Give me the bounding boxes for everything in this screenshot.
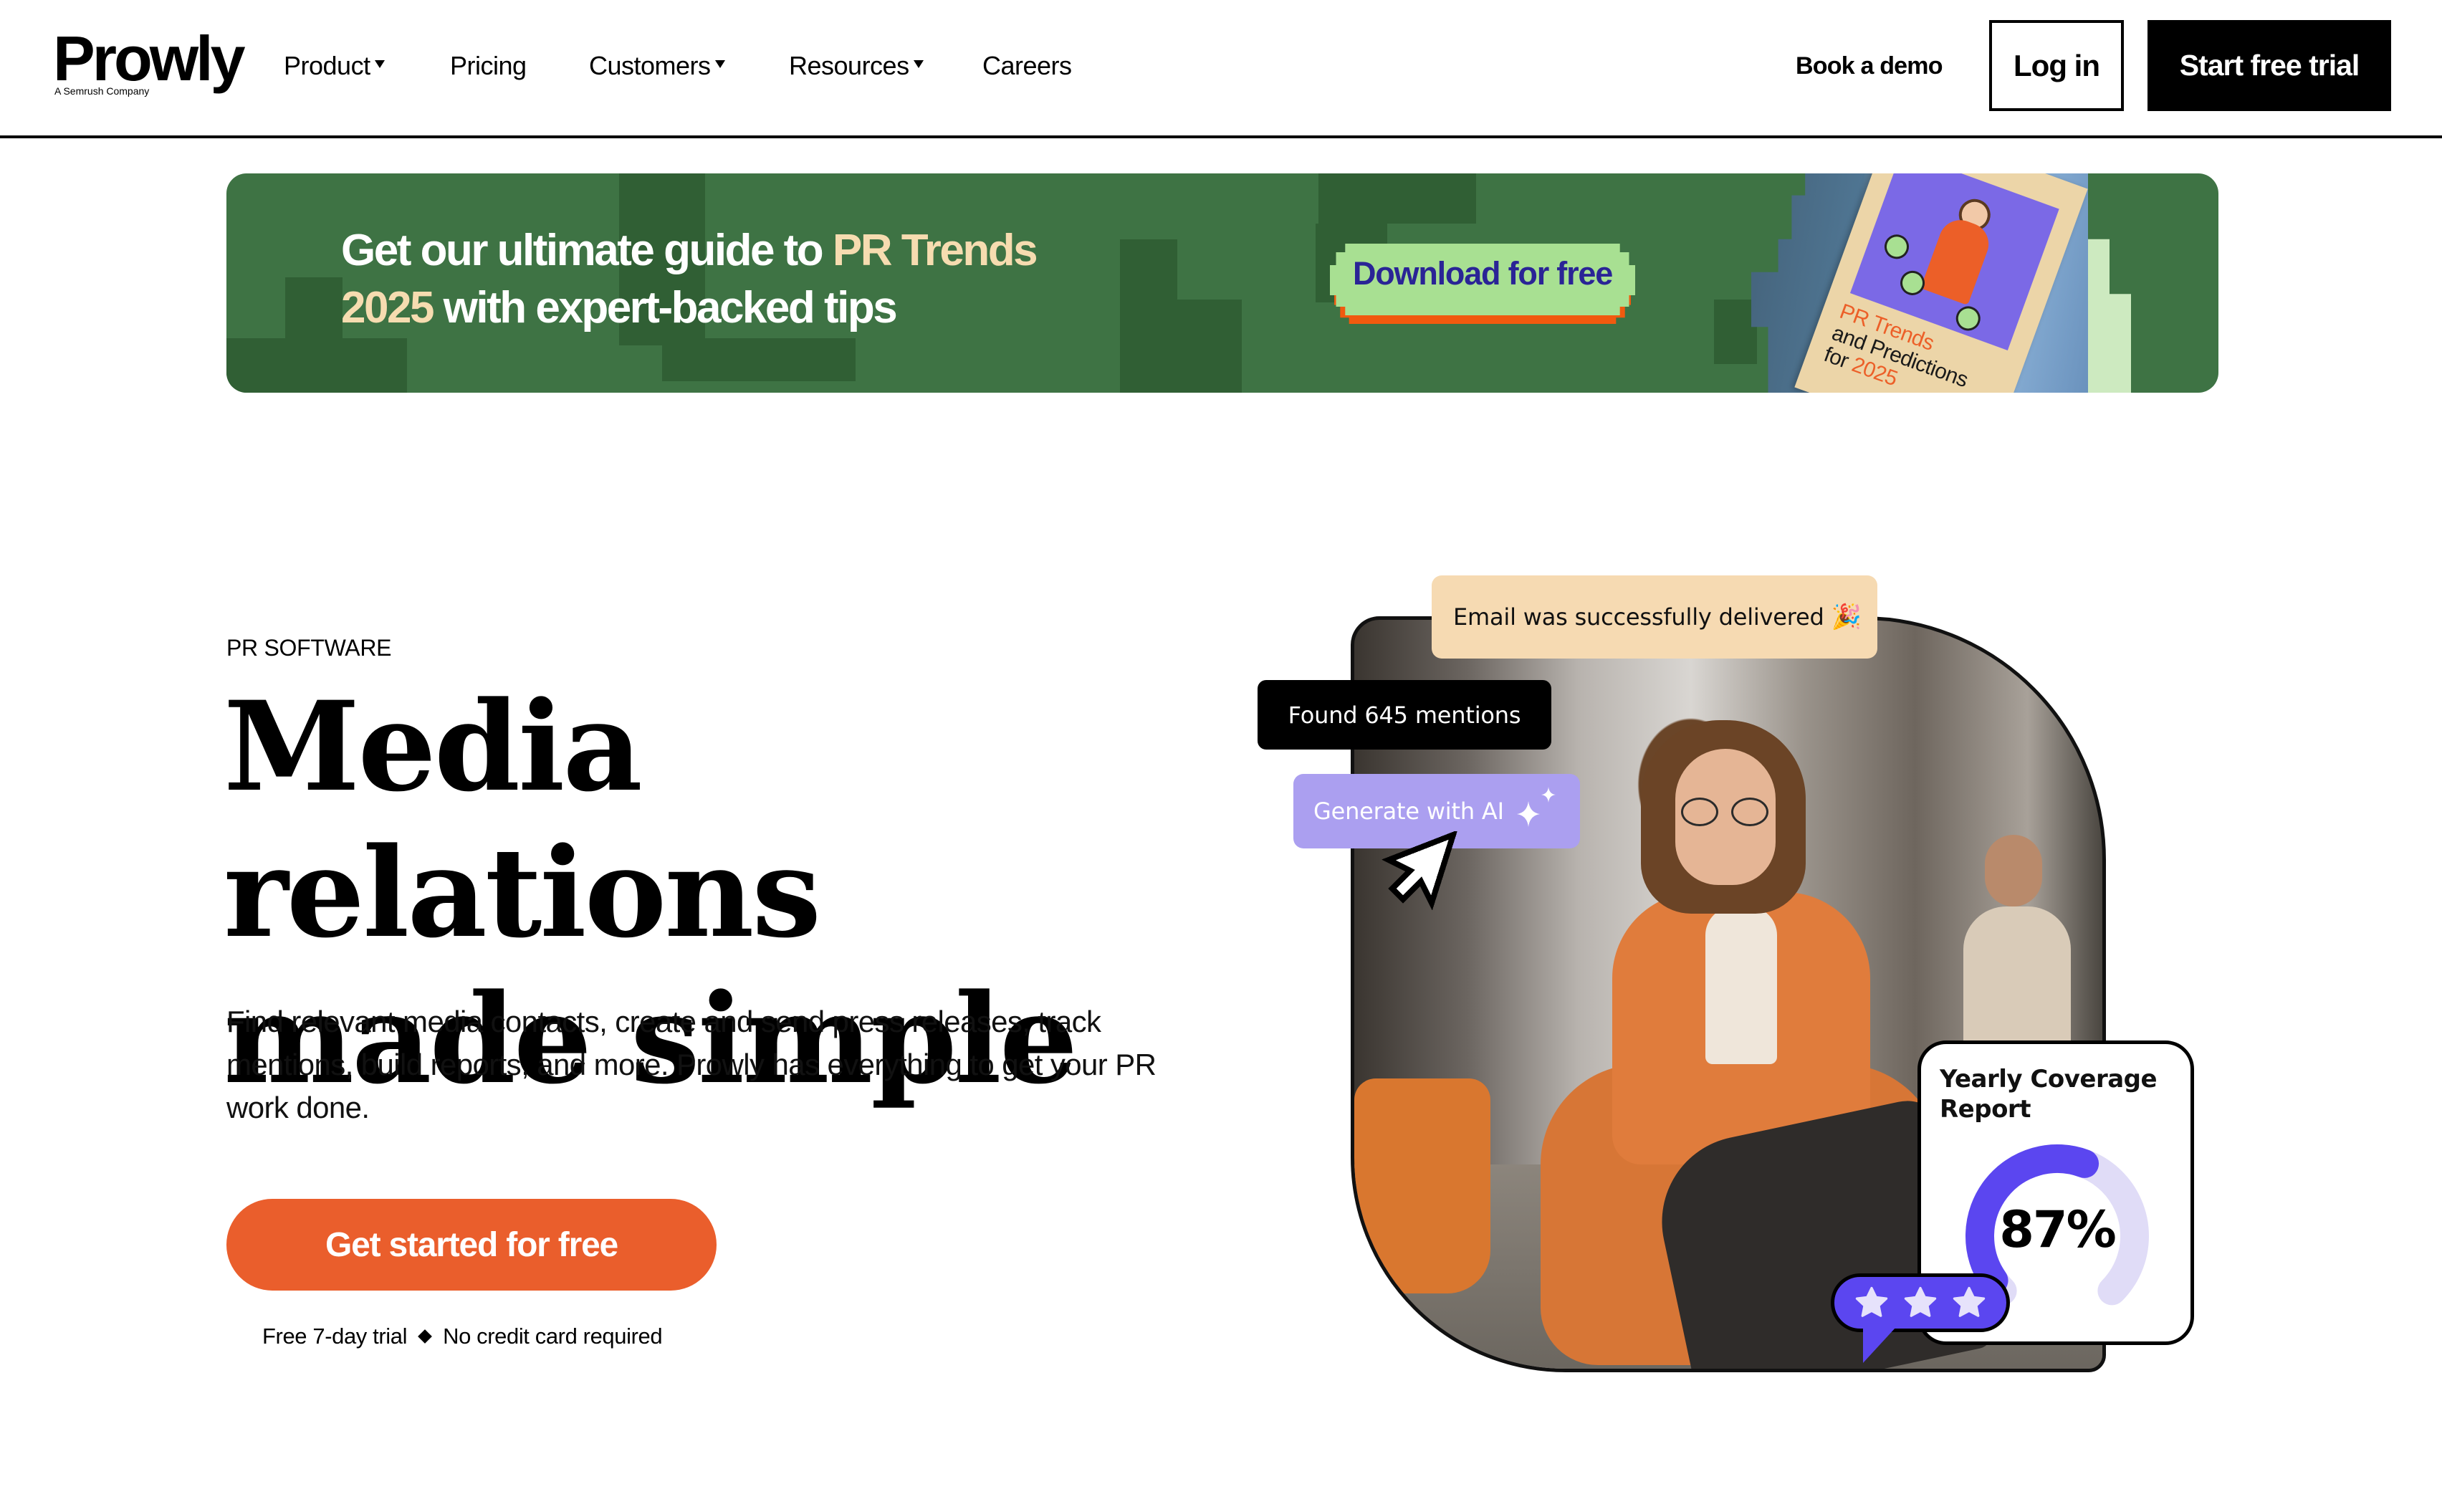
at-icon	[1952, 302, 1984, 335]
get-started-button[interactable]: Get started for free	[226, 1199, 717, 1291]
prowly-logo[interactable]: Prowly A Semrush Company	[53, 27, 246, 106]
footnote-no-card: No credit card required	[443, 1324, 663, 1349]
decor-block	[1177, 300, 1242, 393]
download-button-label: Download for free	[1352, 255, 1613, 292]
stars	[1853, 1284, 1988, 1321]
rating-bubble	[1831, 1273, 2010, 1363]
diamond-separator-icon	[418, 1329, 432, 1344]
sparkle-icon	[1517, 787, 1556, 827]
caret-down-icon	[374, 59, 385, 68]
nav-resources[interactable]: Resources	[789, 50, 924, 82]
nav-product-label: Product	[284, 51, 370, 80]
banner-headline-post: with expert-backed tips	[432, 283, 898, 332]
report-card-title: Yearly Coverage Report	[1940, 1065, 2158, 1124]
nav-pricing-label: Pricing	[450, 51, 527, 80]
glasses-lens	[1731, 798, 1768, 826]
photo-background-person	[1985, 835, 2042, 906]
party-popper-icon: 🎉	[1831, 603, 1862, 631]
hero-footnote: Free 7-day trial No credit card required	[262, 1322, 663, 1351]
pixel-cursor-icon	[1382, 831, 1457, 910]
flask-icon	[1881, 231, 1912, 263]
gauge-value: 87%	[1999, 1200, 2117, 1259]
hero-eyebrow: PR SOFTWARE	[226, 635, 392, 661]
glasses-lens	[1681, 798, 1718, 826]
nav-careers[interactable]: Careers	[982, 50, 1072, 82]
book-demo-link[interactable]: Book a demo	[1796, 50, 1943, 82]
star-icon	[1855, 1286, 1888, 1317]
caret-down-icon	[913, 59, 924, 68]
photo-chair	[1354, 1078, 1490, 1293]
nav-careers-label: Careers	[982, 51, 1072, 80]
logo-tagline: A Semrush Company	[54, 85, 150, 97]
mentions-found-toast: Found 645 mentions	[1258, 680, 1551, 750]
photo-woman-shirt	[1705, 906, 1777, 1064]
footnote-trial: Free 7-day trial	[262, 1324, 408, 1349]
decor-block	[1714, 300, 1757, 364]
download-for-free-button[interactable]: Download for free	[1330, 244, 1635, 324]
banner-headline: Get our ultimate guide to PR Trends 2025…	[341, 222, 1129, 337]
decor-block	[662, 338, 856, 381]
nav-resources-label: Resources	[789, 51, 909, 80]
site-header: Prowly A Semrush Company Product Pricing…	[0, 0, 2442, 138]
email-toast-text: Email was successfully delivered	[1453, 603, 1824, 631]
nav-product[interactable]: Product	[284, 50, 385, 82]
start-free-trial-button[interactable]: Start free trial	[2147, 20, 2391, 111]
ai-chip-text: Generate with AI	[1313, 798, 1504, 825]
glasses	[1681, 798, 1770, 826]
logo-wordmark: Prowly	[53, 23, 246, 94]
login-button[interactable]: Log in	[1989, 20, 2124, 111]
hero-description: Find relevant media contacts, create and…	[226, 1005, 1157, 1124]
nav-customers[interactable]: Customers	[589, 50, 725, 82]
promo-banner[interactable]: Get our ultimate guide to PR Trends 2025…	[226, 173, 2218, 393]
dollar-icon	[1897, 267, 1928, 299]
hero-headline-line1: Media relations	[224, 674, 821, 965]
star-icon	[1904, 1286, 1937, 1317]
button-face: Download for free	[1330, 244, 1635, 315]
decor-block	[1318, 173, 1476, 224]
nav-customers-label: Customers	[589, 51, 711, 80]
caret-down-icon	[714, 59, 725, 68]
email-delivered-toast: Email was successfully delivered 🎉	[1432, 575, 1877, 659]
banner-headline-pre: Get our ultimate guide to	[341, 226, 833, 275]
ebook-cover-image: PR Trends and Predictions for 2025	[1751, 173, 2218, 393]
decor-block	[285, 277, 343, 393]
nav-pricing[interactable]: Pricing	[450, 50, 527, 82]
mentions-toast-text: Found 645 mentions	[1288, 701, 1521, 729]
star-icon	[1953, 1286, 1986, 1317]
